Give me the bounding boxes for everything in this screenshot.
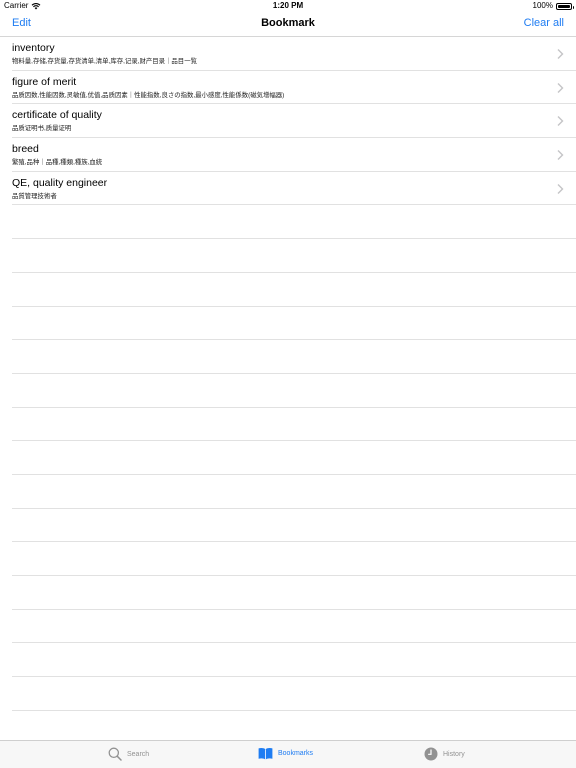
bookmark-row[interactable]: certificate of quality 品质证明书,质量证明 (12, 104, 576, 139)
status-bar: Carrier 1:20 PM 100% (0, 0, 576, 12)
empty-row (12, 643, 576, 678)
book-icon (258, 747, 273, 760)
empty-row (12, 677, 576, 711)
chevron-right-icon (557, 150, 564, 161)
status-time: 1:20 PM (272, 1, 304, 10)
clear-all-button[interactable]: Clear all (524, 17, 564, 29)
bookmark-translations: 繁殖,品种｜品種,種類,種族,血統 (12, 159, 103, 167)
page-title: Bookmark (261, 17, 315, 29)
navigation-bar: Edit Bookmark Clear all (0, 12, 576, 37)
bookmark-translations: 物料量,存储,存货量,存货清单,清单,库存,记录,财产目录｜品目一覧 (12, 58, 197, 65)
tab-bar: Search Bookmarks History (0, 740, 576, 768)
empty-row (12, 205, 576, 240)
empty-row (12, 340, 576, 374)
battery-percent: 100% (532, 1, 553, 10)
empty-row (12, 610, 576, 644)
tab-history[interactable]: History (424, 747, 465, 761)
tab-bookmarks[interactable]: Bookmarks (258, 747, 313, 760)
empty-row (12, 374, 576, 408)
bookmark-row[interactable]: QE, quality engineer 品質管理技術者 (12, 172, 576, 206)
bookmark-row[interactable]: breed 繁殖,品种｜品種,種類,種族,血統 (12, 138, 576, 172)
battery-icon (556, 2, 574, 10)
bookmark-row[interactable]: inventory 物料量,存储,存货量,存货清单,清单,库存,记录,财产目录｜… (12, 37, 576, 71)
chevron-right-icon (557, 82, 564, 93)
tab-history-label: History (443, 750, 465, 758)
chevron-right-icon (557, 116, 564, 127)
empty-row (12, 273, 576, 307)
empty-row (12, 408, 576, 442)
clock-icon (424, 747, 438, 761)
bookmark-translations: 品质因数,性能因数,灵敏值,优值,品质因素｜性能指数,良さの指数,最小感度,性能… (12, 91, 285, 99)
app-screen: Carrier 1:20 PM 100% Edit Bookmark Clear… (0, 0, 576, 768)
empty-row (12, 542, 576, 576)
chevron-right-icon (557, 49, 564, 59)
empty-row (12, 576, 576, 610)
bookmark-row[interactable]: figure of merit 品质因数,性能因数,灵敏值,优值,品质因素｜性能… (12, 71, 576, 105)
tab-search-label: Search (127, 750, 150, 758)
bookmark-term: certificate of quality (12, 109, 102, 122)
empty-row (12, 509, 576, 543)
tab-search[interactable]: Search (108, 747, 149, 761)
bookmark-list: inventory 物料量,存储,存货量,存货清单,清单,库存,记录,财产目录｜… (0, 37, 576, 711)
empty-row (12, 441, 576, 475)
empty-row (12, 239, 576, 273)
tab-bookmarks-label: Bookmarks (278, 750, 314, 757)
bookmark-translations: 品質管理技術者 (12, 192, 57, 200)
bookmark-term: breed (12, 143, 39, 156)
empty-row (12, 475, 576, 509)
bookmark-term: figure of merit (12, 75, 77, 88)
empty-row (12, 307, 576, 341)
bookmark-term: QE, quality engineer (12, 176, 108, 189)
bookmark-term: inventory (12, 42, 55, 54)
battery-group: 100% (532, 0, 574, 12)
chevron-right-icon (557, 183, 564, 194)
search-icon (108, 747, 122, 761)
bookmark-translations: 品质证明书,质量证明 (12, 125, 72, 133)
